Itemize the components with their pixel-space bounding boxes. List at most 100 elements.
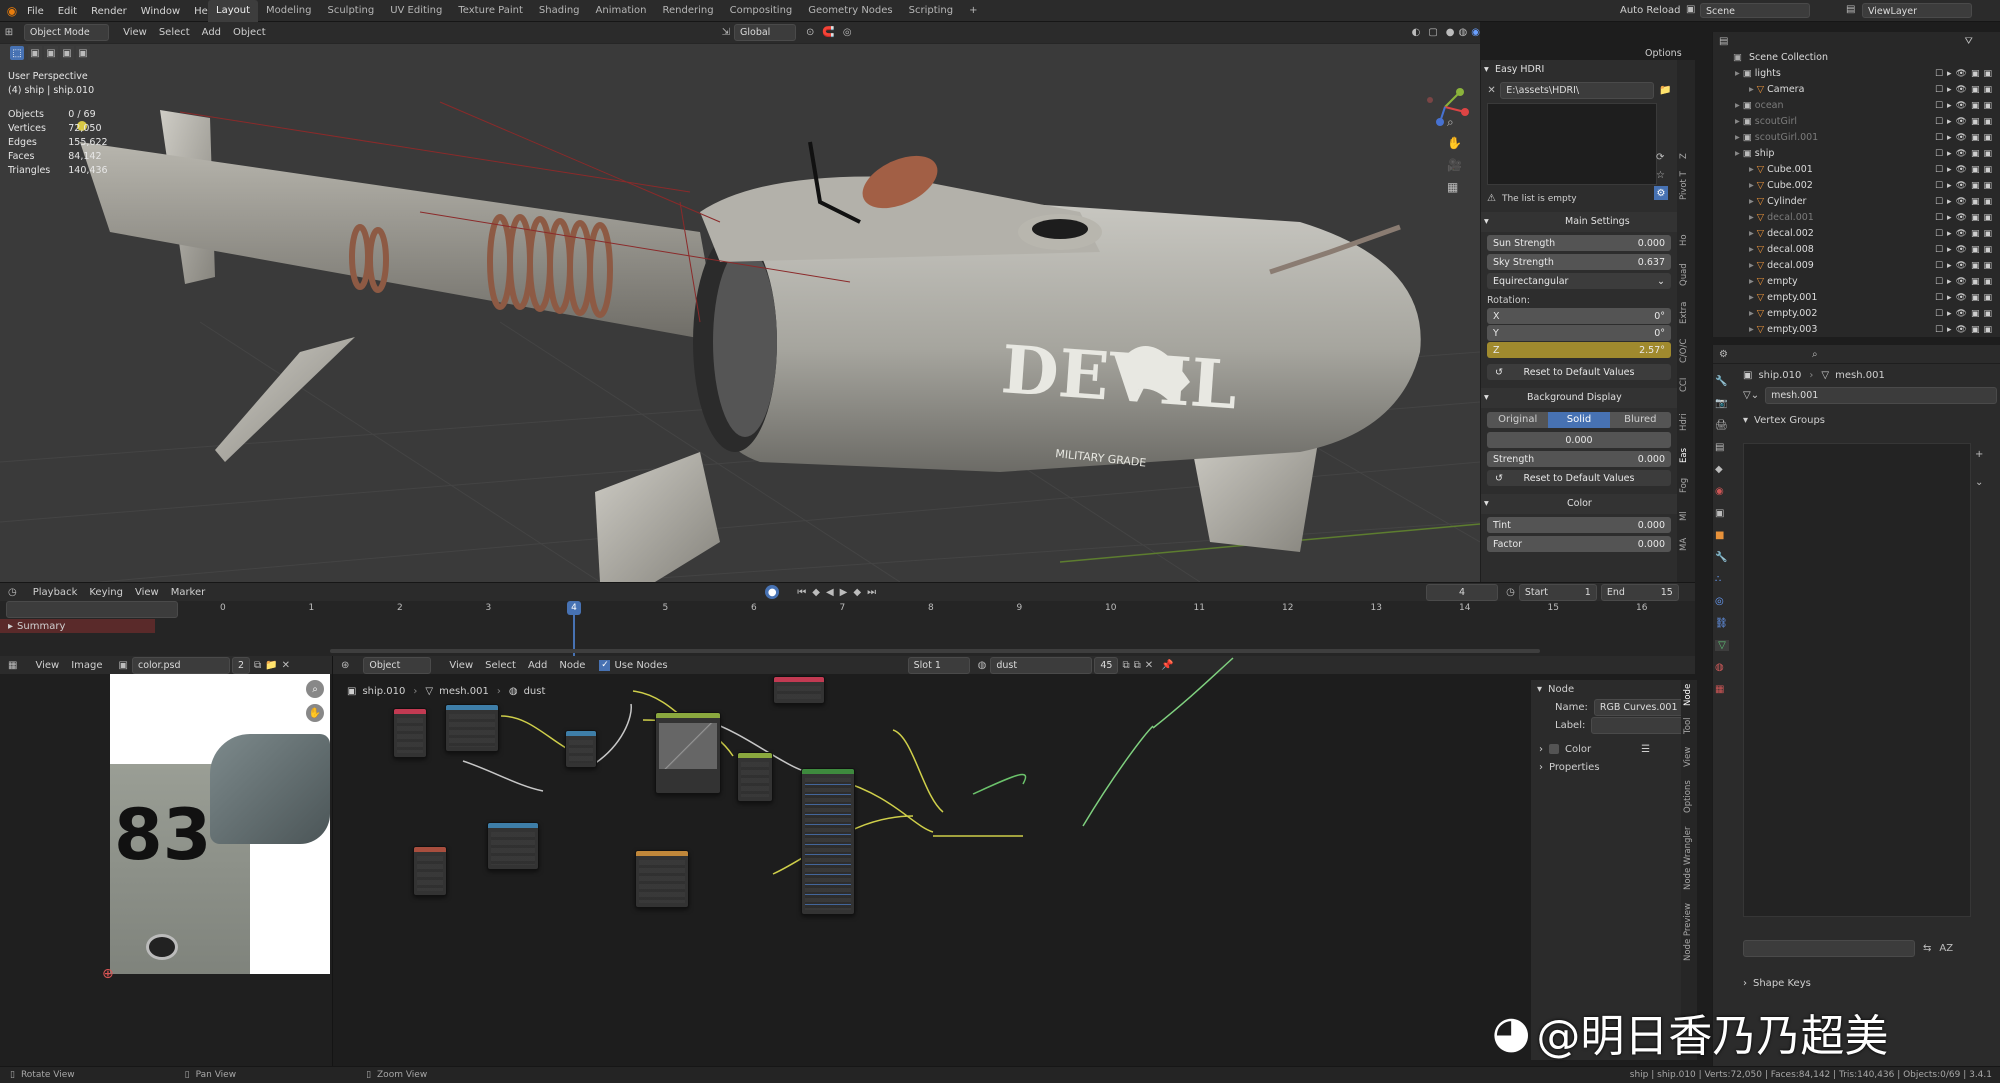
visibility-toggles[interactable]: ☐▸👁▣▣ (1935, 98, 1996, 114)
expand-arrow-icon[interactable]: ▸ (1735, 116, 1743, 127)
timeline-menu-view[interactable]: View (135, 587, 159, 598)
easy-hdri-header[interactable]: ▾ Easy HDRI (1481, 60, 1677, 80)
tint-slider[interactable]: Tint 0.000 (1487, 517, 1671, 533)
node-name-field[interactable]: RGB Curves.001 (1593, 698, 1694, 716)
filter-icon[interactable]: ⛛ (1964, 36, 1972, 47)
viewport-menu-object[interactable]: Object (227, 27, 272, 38)
reset-defaults-button-2[interactable]: ↺ Reset to Default Values (1487, 470, 1671, 486)
play-reverse-icon[interactable]: ◀ (826, 587, 834, 598)
hdri-path-field[interactable]: E:\assets\HDRI\ (1500, 82, 1654, 99)
sun-strength-slider[interactable]: Sun Strength 0.000 (1487, 235, 1671, 251)
particles-tab-icon[interactable]: ∴ (1715, 574, 1721, 585)
scene-icon[interactable]: ▣ (1686, 4, 1695, 15)
prev-keyframe-icon[interactable]: ◆ (812, 587, 820, 598)
outliner-row[interactable]: ▸ ▽ decal.002 ☐▸👁▣▣ (1713, 226, 2000, 242)
overlay-icon[interactable]: ◐ (1412, 27, 1421, 38)
node-material-output[interactable] (773, 676, 825, 704)
reset-defaults-button[interactable]: ↺ Reset to Default Values (1487, 364, 1671, 380)
zoom-icon[interactable]: ⌕ (1447, 115, 1454, 130)
play-icon[interactable]: ▶ (840, 587, 848, 598)
breadcrumb-object[interactable]: ship.010 (1758, 370, 1801, 381)
sidebar-tab-ma[interactable]: MA (1679, 534, 1693, 554)
node-properties-row[interactable]: › Properties (1531, 758, 1697, 776)
node-tab-tool[interactable]: Tool (1683, 714, 1697, 738)
outliner-row[interactable]: ▸ ▽ Camera ☐▸👁▣▣ (1713, 82, 2000, 98)
expand-arrow-icon[interactable]: ▸ (1749, 212, 1757, 223)
node-tab-view[interactable]: View (1683, 744, 1697, 770)
menu-window[interactable]: Window (134, 6, 187, 17)
expand-arrow-icon[interactable]: ▸ (1735, 100, 1743, 111)
outliner-row[interactable]: ▸ ▽ Cylinder ☐▸👁▣▣ (1713, 194, 2000, 210)
expand-arrow-icon[interactable]: ▸ (1749, 164, 1757, 175)
properties-search-icon[interactable]: ⌕ (1812, 349, 1818, 360)
add-vertex-group-icon[interactable]: + (1975, 449, 1983, 460)
collapse-icon[interactable]: ▾ (1743, 415, 1748, 426)
visibility-toggles[interactable]: ☐▸👁▣▣ (1935, 146, 1996, 162)
shading-rendered-icon[interactable]: ◉ (1471, 27, 1480, 38)
grid-view-icon[interactable]: ▦ (1447, 180, 1458, 194)
vertex-groups-header[interactable]: ▾ Vertex Groups (1713, 410, 2000, 430)
sort-alpha-icon[interactable]: AZ (1939, 943, 1953, 954)
shading-solid-icon[interactable]: ● (1446, 27, 1455, 38)
viewport-menu-add[interactable]: Add (196, 27, 227, 38)
visibility-toggles[interactable]: ☐▸👁▣▣ (1935, 114, 1996, 130)
outliner-row[interactable]: ▸ ▽ empty.001 ☐▸👁▣▣ (1713, 290, 2000, 306)
node-mix[interactable] (737, 752, 773, 802)
select-new-icon[interactable]: ▣ (28, 46, 42, 60)
physics-tab-icon[interactable]: ◎ (1715, 596, 1724, 607)
node-color-row[interactable]: › Color ☰ (1531, 740, 1697, 758)
node-color-ramp[interactable] (487, 822, 539, 870)
expand-arrow-icon[interactable]: ▸ (1749, 84, 1757, 95)
sidebar-tab-ml[interactable]: Ml (1679, 506, 1693, 526)
snap-icon[interactable]: 🧲 (822, 27, 834, 38)
start-frame-field[interactable]: Start 1 (1518, 583, 1597, 601)
sidebar-tab-cci[interactable]: CCI (1679, 374, 1693, 396)
outliner-row[interactable]: ▸ ▣ lights ☐▸👁▣▣ (1713, 66, 2000, 82)
pivot-icon[interactable]: ⊙ (806, 27, 814, 38)
vertex-group-filter[interactable] (1743, 940, 1915, 957)
world-tab-icon[interactable]: ◉ (1715, 486, 1724, 497)
outliner-row[interactable]: ▸ ▣ ocean ☐▸👁▣▣ (1713, 98, 2000, 114)
main-settings-header[interactable]: ▾ Main Settings (1481, 212, 1677, 232)
viewport-menu-view[interactable]: View (117, 27, 153, 38)
folder-icon[interactable]: 📁 (1658, 85, 1673, 96)
sidebar-tab-pivot[interactable]: Pivot T (1679, 168, 1693, 204)
material-tab-icon[interactable]: ◍ (1715, 662, 1724, 673)
color-checkbox[interactable] (1549, 744, 1559, 754)
outliner-row[interactable]: ▸ ▣ scoutGirl.001 ☐▸👁▣▣ (1713, 130, 2000, 146)
visibility-toggles[interactable]: ☐▸👁▣▣ (1935, 322, 1996, 338)
tail-boom[interactable] (80, 142, 720, 342)
expand-arrow-icon[interactable]: ▸ (1735, 68, 1743, 79)
jump-end-icon[interactable]: ⏭ (867, 587, 876, 598)
collapse-icon[interactable]: ▾ (1484, 212, 1489, 232)
node-label-field[interactable] (1591, 716, 1692, 734)
expand-arrow-icon[interactable]: ▸ (1735, 132, 1743, 143)
image-users-count[interactable]: 2 (231, 656, 251, 674)
expand-arrow-icon[interactable]: ▸ (1749, 180, 1757, 191)
sidebar-tab-z[interactable]: Z (1679, 150, 1693, 162)
node-tab-node[interactable]: Node (1683, 682, 1697, 708)
image-name-field[interactable]: color.psd (131, 656, 230, 674)
expand-arrow-icon[interactable]: ▸ (1749, 196, 1757, 207)
mesh-name-field[interactable]: mesh.001 (1765, 386, 1998, 404)
mode-selector[interactable]: Object Mode (23, 24, 110, 41)
outliner-row[interactable]: ▸ ▽ decal.009 ☐▸👁▣▣ (1713, 258, 2000, 274)
visibility-toggles[interactable]: ☐▸👁▣▣ (1935, 178, 1996, 194)
node-vector-math[interactable] (413, 846, 447, 896)
fin-lower-front[interactable] (595, 452, 720, 582)
node-image-texture[interactable] (445, 704, 499, 752)
collapse-icon[interactable]: ▾ (1484, 494, 1489, 514)
sidebar-tab-ho[interactable]: Ho (1679, 230, 1693, 250)
menu-file[interactable]: File (20, 6, 51, 17)
rotation-y-field[interactable]: Y 0° (1487, 325, 1671, 341)
viewlayer-icon[interactable]: ▤ (1846, 4, 1855, 15)
collapse-icon[interactable]: › (1743, 978, 1747, 989)
texture-tab-icon[interactable]: ▦ (1715, 684, 1724, 695)
outliner-editor-icon[interactable]: ▤ (1719, 36, 1728, 47)
visibility-toggles[interactable]: ☐▸👁▣▣ (1935, 274, 1996, 290)
scene-selector[interactable]: Scene (1700, 3, 1810, 18)
factor-slider[interactable]: Factor 0.000 (1487, 536, 1671, 552)
visibility-toggles[interactable]: ☐▸👁▣▣ (1935, 194, 1996, 210)
blender-logo-icon[interactable]: ◉ (4, 4, 20, 18)
visibility-toggles[interactable]: ☐▸👁▣▣ (1935, 242, 1996, 258)
